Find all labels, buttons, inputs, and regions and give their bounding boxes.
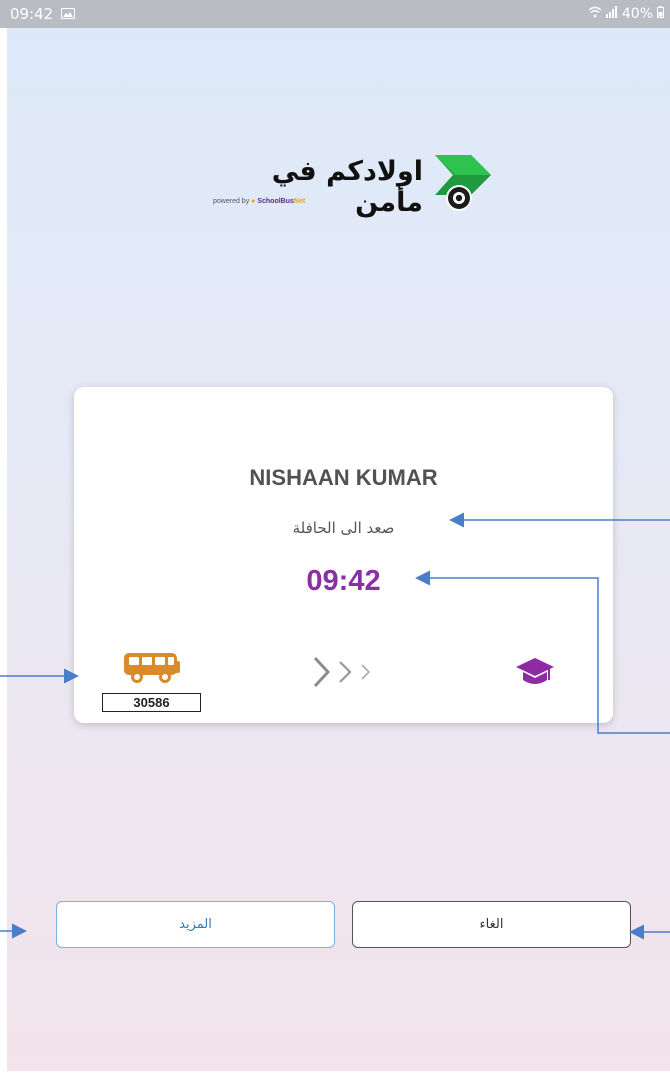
- app-screen: اولادكم في مأمن powered by ● SchoolBusNe…: [7, 28, 670, 1071]
- chevrons-right-icon: [310, 655, 380, 693]
- bus-icon: [123, 651, 181, 689]
- logo-title: اولادكم في مأمن: [271, 156, 423, 218]
- status-time: 09:42: [10, 5, 54, 23]
- bus-number: 30586: [102, 693, 201, 712]
- powered-by-label: powered by: [213, 198, 250, 205]
- cancel-button[interactable]: الغاء: [352, 901, 631, 948]
- event-time: 09:42: [306, 565, 381, 597]
- logo-brand: SchoolBusNet: [257, 198, 305, 205]
- status-bar: 09:42 40%: [0, 0, 670, 28]
- gallery-icon: [61, 5, 76, 23]
- logo-brand-suffix: Net: [293, 198, 306, 205]
- graduation-cap-icon: [515, 656, 555, 692]
- logo-mark-icon: [433, 154, 495, 218]
- app-logo: اولادكم في مأمن powered by ● SchoolBusNe…: [213, 154, 503, 224]
- wifi-icon: [588, 6, 602, 22]
- trip-status-card: NISHAAN KUMAR صعد الى الحافلة 09:42 3058…: [74, 387, 613, 723]
- signal-icon: [605, 6, 618, 22]
- logo-brand-badge: ●: [251, 198, 256, 205]
- battery-percent: 40%: [621, 6, 653, 22]
- logo-powered-by: powered by ● SchoolBusNet: [213, 198, 305, 205]
- student-name: NISHAAN KUMAR: [249, 465, 438, 490]
- logo-brand-main: SchoolBus: [257, 198, 294, 205]
- trip-status-text: صعد الى الحافلة: [292, 519, 395, 537]
- battery-icon: [657, 6, 664, 22]
- more-button[interactable]: المزيد: [56, 901, 335, 948]
